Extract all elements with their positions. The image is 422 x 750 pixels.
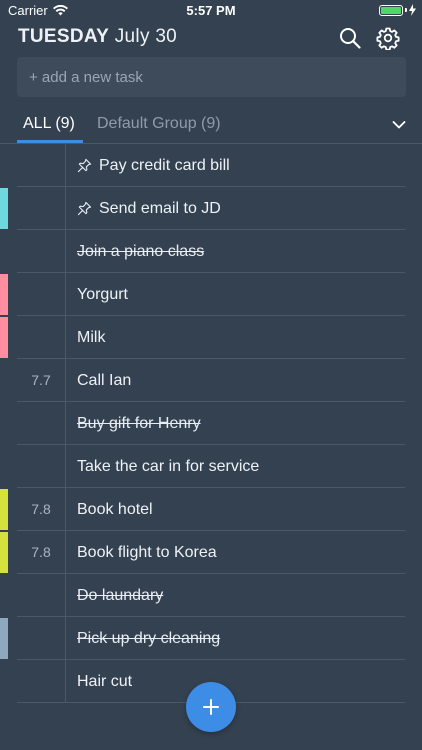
task-label: Pick up dry cleaning bbox=[77, 617, 220, 660]
task-date bbox=[17, 574, 65, 617]
task-date bbox=[17, 273, 65, 316]
task-text: Buy gift for Henry bbox=[77, 415, 201, 432]
task-row[interactable]: Join a piano class bbox=[0, 230, 422, 273]
task-row[interactable]: Buy gift for Henry bbox=[0, 402, 422, 445]
task-date bbox=[17, 230, 65, 273]
gear-icon[interactable] bbox=[376, 26, 400, 50]
pin-icon bbox=[77, 158, 92, 173]
column-divider bbox=[65, 402, 66, 445]
task-label: Send email to JD bbox=[77, 187, 221, 230]
task-date bbox=[17, 617, 65, 660]
task-color-tag bbox=[0, 489, 8, 530]
group-tabs: ALL (9) Default Group (9) bbox=[0, 108, 422, 144]
task-date bbox=[17, 445, 65, 488]
search-icon[interactable] bbox=[338, 26, 362, 50]
task-text: Join a piano class bbox=[77, 243, 205, 260]
task-list: Pay credit card bill Send email to JD Join… bbox=[0, 144, 422, 703]
task-row[interactable]: Milk bbox=[0, 316, 422, 359]
add-task-button[interactable] bbox=[186, 682, 236, 732]
task-color-tag bbox=[0, 317, 8, 358]
task-color-tag bbox=[0, 618, 8, 659]
column-divider bbox=[65, 488, 66, 531]
task-text: Hair cut bbox=[77, 673, 133, 690]
task-label: Take the car in for service bbox=[77, 445, 259, 488]
task-label: Book flight to Korea bbox=[77, 531, 217, 574]
task-row[interactable]: Take the car in for service bbox=[0, 445, 422, 488]
tab-all[interactable]: ALL (9) bbox=[23, 115, 75, 133]
task-text: Book hotel bbox=[77, 501, 153, 518]
task-date: 7.7 bbox=[31, 372, 51, 388]
task-row[interactable]: Pick up dry cleaning bbox=[0, 617, 422, 660]
chevron-down-icon[interactable] bbox=[392, 118, 406, 132]
column-divider bbox=[65, 617, 66, 660]
column-divider bbox=[65, 187, 66, 230]
task-text: Do laundary bbox=[77, 587, 164, 604]
column-divider bbox=[65, 359, 66, 402]
task-row[interactable]: 7.8 Book hotel bbox=[0, 488, 422, 531]
weekday-label: TUESDAY bbox=[18, 26, 110, 47]
task-label: Join a piano class bbox=[77, 230, 204, 273]
task-text: Pick up dry cleaning bbox=[77, 630, 221, 647]
task-label: Yorgurt bbox=[77, 273, 128, 316]
task-row[interactable]: Do laundary bbox=[0, 574, 422, 617]
task-text: Call Ian bbox=[77, 372, 132, 389]
task-date bbox=[17, 144, 65, 187]
plus-icon bbox=[203, 699, 219, 715]
task-label: Milk bbox=[77, 316, 105, 359]
battery-cap bbox=[405, 8, 407, 12]
task-date: 7.8 bbox=[31, 501, 51, 517]
task-date bbox=[17, 187, 65, 230]
task-color-tag bbox=[0, 532, 8, 573]
column-divider bbox=[65, 531, 66, 574]
task-label: Pay credit card bill bbox=[77, 144, 230, 187]
task-text: Pay credit card bill bbox=[99, 157, 230, 174]
task-label: Hair cut bbox=[77, 660, 132, 703]
add-task-field[interactable] bbox=[17, 57, 406, 97]
pin-icon bbox=[77, 201, 92, 216]
task-text: Yorgurt bbox=[77, 286, 128, 303]
charging-bolt-icon bbox=[409, 4, 416, 16]
task-color-tag bbox=[0, 274, 8, 315]
task-row[interactable]: Send email to JD bbox=[0, 187, 422, 230]
task-text: Send email to JD bbox=[99, 200, 221, 217]
task-row[interactable]: Yorgurt bbox=[0, 273, 422, 316]
task-text: Take the car in for service bbox=[77, 458, 260, 475]
status-time: 5:57 PM bbox=[186, 3, 236, 18]
task-date: 7.8 bbox=[31, 544, 51, 560]
battery-level bbox=[381, 6, 401, 14]
task-row[interactable]: 7.7 Call Ian bbox=[0, 359, 422, 402]
date-label: July 30 bbox=[114, 26, 178, 47]
task-label: Book hotel bbox=[77, 488, 153, 531]
column-divider bbox=[65, 660, 66, 703]
column-divider bbox=[65, 445, 66, 488]
add-task-input[interactable] bbox=[29, 68, 406, 86]
column-divider bbox=[65, 316, 66, 359]
task-date bbox=[17, 316, 65, 359]
status-right bbox=[379, 4, 416, 16]
task-row[interactable]: 7.8 Book flight to Korea bbox=[0, 531, 422, 574]
battery-icon bbox=[379, 4, 403, 16]
task-label: Buy gift for Henry bbox=[77, 402, 201, 445]
task-color-tag bbox=[0, 188, 8, 229]
task-date bbox=[17, 660, 65, 703]
column-divider bbox=[65, 574, 66, 617]
task-text: Milk bbox=[77, 329, 106, 346]
task-row[interactable]: Pay credit card bill bbox=[0, 144, 422, 187]
task-label: Call Ian bbox=[77, 359, 131, 402]
column-divider bbox=[65, 273, 66, 316]
tab-default-group[interactable]: Default Group (9) bbox=[97, 115, 221, 133]
task-label: Do laundary bbox=[77, 574, 163, 617]
header: TUESDAY July 30 bbox=[18, 26, 412, 50]
header-actions bbox=[338, 26, 400, 50]
task-text: Book flight to Korea bbox=[77, 544, 217, 561]
column-divider bbox=[65, 144, 66, 187]
column-divider bbox=[65, 230, 66, 273]
status-bar: Carrier 5:57 PM bbox=[0, 0, 422, 22]
task-date bbox=[17, 402, 65, 445]
